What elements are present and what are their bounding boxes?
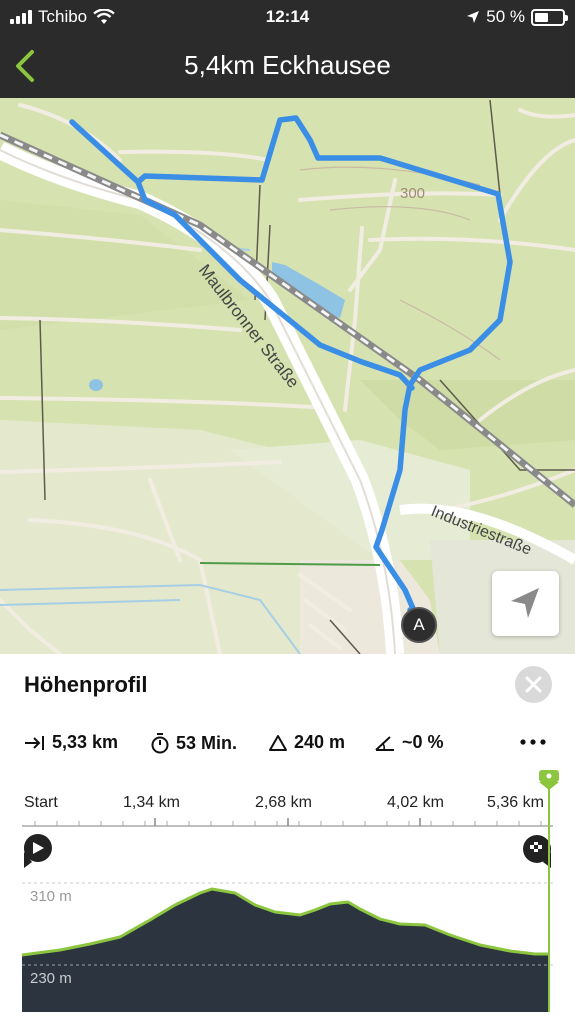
elevation-panel: Höhenprofil 5,33 km 53 Min. 240 m ~0 % S… bbox=[0, 654, 575, 1024]
elevation-label-upper: 310 m bbox=[30, 888, 72, 905]
route-map[interactable]: Maulbronner Straße Industriestraße 300 A bbox=[0, 98, 575, 654]
more-horizontal-icon bbox=[520, 739, 546, 745]
battery-percent: 50 % bbox=[486, 7, 525, 26]
panel-title: Höhenprofil bbox=[24, 672, 148, 697]
battery-icon bbox=[531, 8, 568, 26]
elevation-profile-chart[interactable] bbox=[0, 768, 575, 1024]
position-handle[interactable] bbox=[539, 770, 559, 790]
route-start-marker[interactable]: A bbox=[401, 607, 437, 643]
ascent-icon bbox=[269, 734, 287, 751]
close-icon bbox=[525, 676, 542, 693]
page-title: 5,4km Eckhausee bbox=[184, 50, 391, 80]
status-bar: Tchibo 12:14 50 % bbox=[0, 0, 575, 34]
elevation-label-lower: 230 m bbox=[30, 970, 72, 987]
stat-ascent: 240 m bbox=[268, 732, 345, 753]
stat-distance-value: 5,33 km bbox=[52, 732, 119, 752]
map-label-elevation: 300 bbox=[400, 185, 425, 202]
locate-button[interactable] bbox=[492, 571, 559, 636]
more-button[interactable] bbox=[518, 730, 548, 754]
gradient-icon bbox=[375, 735, 394, 751]
stat-distance: 5,33 km bbox=[24, 732, 118, 753]
navigation-bar: 5,4km Eckhausee bbox=[0, 34, 575, 98]
finish-flag-icon[interactable] bbox=[523, 835, 551, 868]
location-arrow-icon bbox=[467, 11, 480, 23]
play-icon[interactable] bbox=[23, 834, 52, 868]
stat-ascent-value: 240 m bbox=[294, 732, 346, 752]
battery-fill bbox=[535, 12, 548, 22]
stat-duration: 53 Min. bbox=[150, 732, 237, 754]
distance-icon bbox=[25, 735, 44, 750]
stats-row: 5,33 km 53 Min. 240 m ~0 % bbox=[24, 732, 554, 756]
status-right: 50 % bbox=[466, 7, 568, 27]
navigation-arrow-icon bbox=[511, 588, 539, 618]
stat-gradient: ~0 % bbox=[374, 732, 444, 753]
stopwatch-icon bbox=[151, 733, 169, 754]
stat-duration-value: 53 Min. bbox=[176, 732, 238, 753]
close-button[interactable] bbox=[515, 666, 552, 703]
map-canvas: Maulbronner Straße Industriestraße 300 bbox=[0, 98, 575, 654]
stat-gradient-value: ~0 % bbox=[402, 732, 444, 752]
